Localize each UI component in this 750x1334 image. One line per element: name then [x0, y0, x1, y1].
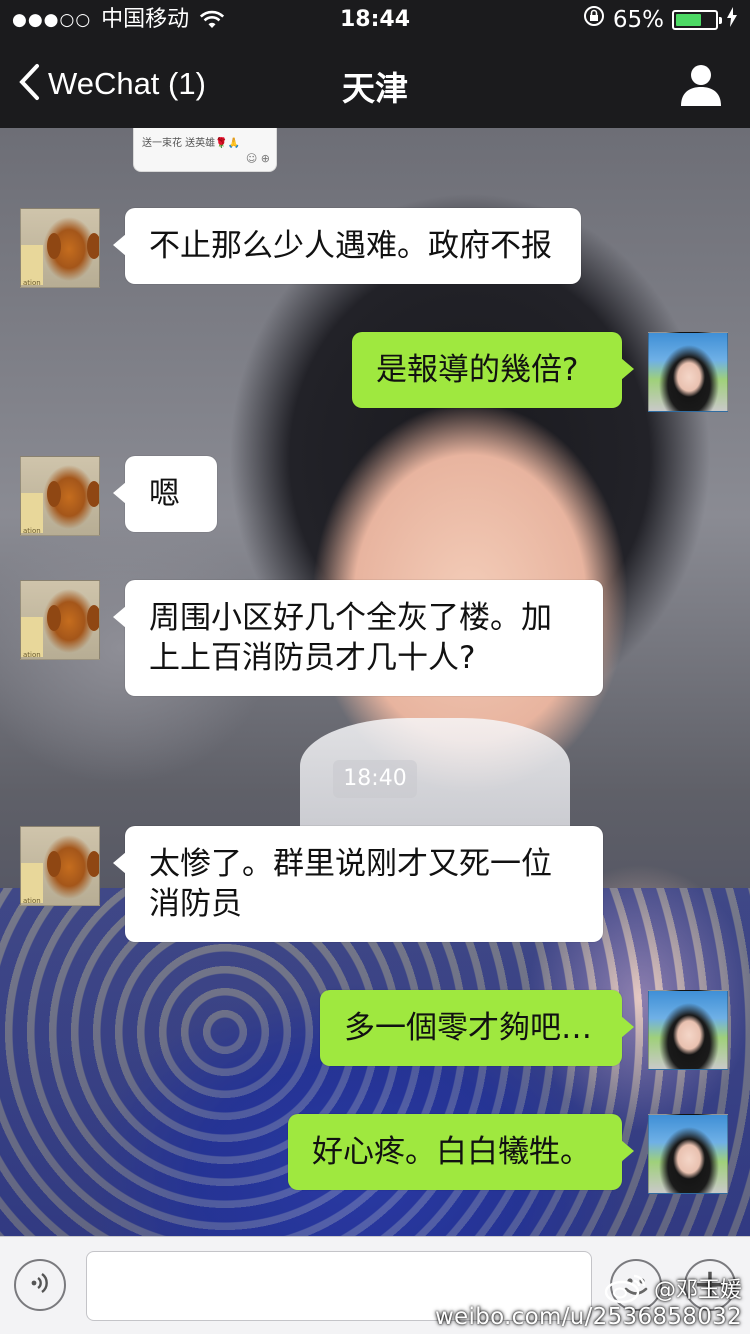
contact-avatar[interactable]: ation — [20, 826, 100, 906]
rotation-lock-icon — [583, 0, 605, 40]
weibo-url: weibo.com/u/2536858032 — [434, 1304, 742, 1330]
navigation-bar: WeChat (1) 天津 — [0, 40, 750, 128]
wechat-chat-screen: 送一束花 送英雄🌹🙏 ☺ ⊕ ●●●○○ 中国移动 18:44 65% WeCh… — [0, 0, 750, 1334]
battery-percent: 65% — [612, 7, 664, 33]
wallpaper-lace — [0, 888, 750, 1248]
message-text: 太惨了。群里说刚才又死一位消防员 — [149, 846, 552, 922]
message-text: 是報導的幾倍? — [376, 352, 579, 388]
weibo-logo-icon — [604, 1272, 648, 1304]
battery-icon — [672, 10, 722, 30]
weibo-watermark: @邓玉媛 weibo.com/u/2536858032 — [435, 1272, 742, 1330]
back-button[interactable]: WeChat (1) — [18, 60, 206, 108]
message-text: 周围小区好几个全灰了楼。加上上百消防员才几十人? — [149, 600, 552, 676]
person-icon — [678, 65, 724, 112]
message-bubble-incoming[interactable]: 周围小区好几个全灰了楼。加上上百消防员才几十人? — [113, 580, 603, 696]
message-bubble-incoming[interactable]: 嗯 — [113, 456, 217, 532]
chevron-left-icon — [18, 63, 40, 105]
voice-input-button[interactable] — [14, 1259, 66, 1311]
battery-fill — [676, 14, 701, 26]
status-bar: ●●●○○ 中国移动 18:44 65% — [0, 0, 750, 40]
contact-avatar[interactable]: ation — [20, 580, 100, 660]
charging-bolt-icon — [726, 0, 738, 40]
my-avatar[interactable] — [648, 1114, 728, 1194]
thumbnail-snippet: 送一束花 送英雄🌹🙏 ☺ ⊕ — [133, 128, 277, 172]
message-bubble-outgoing[interactable]: 是報導的幾倍? — [352, 332, 634, 408]
thumbnail-input-icons: ☺ ⊕ — [245, 152, 270, 165]
message-bubble-outgoing[interactable]: 好心疼。白白犧牲。 — [288, 1114, 634, 1190]
message-bubble-outgoing[interactable]: 多一個零才夠吧… — [320, 990, 634, 1066]
voice-icon — [27, 1270, 53, 1300]
contact-avatar[interactable]: ation — [20, 456, 100, 536]
message-timestamp: 18:40 — [333, 760, 417, 798]
back-button-label: WeChat (1) — [48, 66, 206, 101]
message-text: 好心疼。白白犧牲。 — [312, 1134, 591, 1170]
chat-info-button[interactable] — [678, 62, 724, 108]
message-bubble-incoming[interactable]: 太惨了。群里说刚才又死一位消防员 — [113, 826, 603, 942]
message-text: 多一個零才夠吧… — [344, 1010, 592, 1046]
my-avatar[interactable] — [648, 332, 728, 412]
message-text: 不止那么少人遇难。政府不报 — [149, 228, 552, 264]
thumbnail-text: 送一束花 送英雄🌹🙏 — [142, 138, 241, 149]
contact-avatar[interactable]: ation — [20, 208, 100, 288]
message-bubble-incoming[interactable]: 不止那么少人遇难。政府不报 — [113, 208, 581, 284]
message-text: 嗯 — [149, 476, 180, 512]
my-avatar[interactable] — [648, 990, 728, 1070]
weibo-handle: @邓玉媛 — [653, 1278, 742, 1303]
